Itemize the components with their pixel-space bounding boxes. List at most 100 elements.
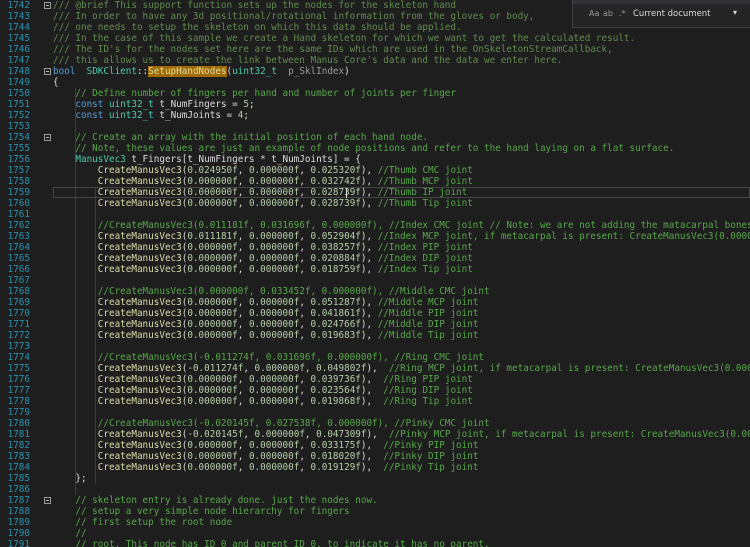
line-number: 1790 <box>7 528 30 539</box>
line-number: 1785 <box>7 473 30 484</box>
code-line[interactable]: CreateManusVec3(0.000000f, 0.000000f, 0.… <box>53 176 473 187</box>
code-editor[interactable]: 1742 1743 1744 1745 1746 1747 1748 1749 1750 1751… <box>0 0 750 547</box>
line-number: 1772 <box>7 330 30 341</box>
code-line[interactable]: // Create an array with the initial posi… <box>53 132 428 143</box>
code-line[interactable]: // Note, these values are just an exampl… <box>53 143 674 154</box>
code-token: , <box>299 264 311 275</box>
code-token: , <box>237 176 249 187</box>
line-number: 1782 <box>7 440 30 451</box>
code-token: CreateManusVec3 <box>97 363 182 374</box>
code-token: CreateManusVec3 <box>97 319 182 330</box>
code-line[interactable]: CreateManusVec3(0.000000f, 0.000000f, 0.… <box>53 264 473 275</box>
code-line[interactable]: /// In order to have any 3d positional/r… <box>53 11 534 22</box>
code-token: 0.000000f <box>187 308 238 319</box>
code-line[interactable]: CreateManusVec3(-0.011274f, 0.000000f, 0… <box>53 363 750 374</box>
code-token: //Pinky PIP joint <box>383 440 479 451</box>
text-caret <box>346 188 347 198</box>
code-line[interactable]: { <box>53 77 59 88</box>
code-line[interactable]: // Define number of fingers per hand and… <box>53 88 456 99</box>
code-line[interactable]: /// The ID's for the nodes set here are … <box>53 44 613 55</box>
whole-word-icon[interactable]: ab <box>603 9 613 18</box>
code-line[interactable]: CreateManusVec3(0.000000f, 0.000000f, 0.… <box>53 242 473 253</box>
code-line[interactable]: bool SDKClient::SetupHandNodes(uint32_t … <box>53 66 350 77</box>
code-line[interactable]: // setup a very simple node hierarchy fo… <box>53 506 350 517</box>
code-token: 0.039736f <box>310 374 361 385</box>
code-token: /// In order to have any 3d positional/r… <box>53 11 535 22</box>
code-token: , <box>299 385 311 396</box>
line-number: 1788 <box>7 506 30 517</box>
code-line[interactable]: /// In the case of this sample we create… <box>53 33 635 44</box>
code-token: ), <box>360 451 384 462</box>
find-input-strip[interactable] <box>573 0 750 4</box>
code-token: //Pinky MCP joint, if metacarpal is pres… <box>388 429 750 440</box>
code-line[interactable]: /// one needs to setup the skeleton on w… <box>53 22 462 33</box>
code-token: , <box>237 231 249 242</box>
collapse-region-icon[interactable] <box>44 497 51 504</box>
code-line[interactable]: //CreateManusVec3(-0.011274f, 0.031696f,… <box>53 352 484 363</box>
code-line[interactable]: CreateManusVec3(0.000000f, 0.000000f, 0.… <box>53 396 473 407</box>
code-token: 0.018759f <box>310 264 361 275</box>
code-line[interactable]: CreateManusVec3(0.000000f, 0.000000f, 0.… <box>53 385 473 396</box>
collapse-region-icon[interactable] <box>44 68 51 75</box>
code-token: , <box>299 462 311 473</box>
code-line[interactable]: //CreateManusVec3(0.011181f, 0.031696f, … <box>53 220 750 231</box>
code-token: //Pinky DIP joint <box>383 451 479 462</box>
code-token: , <box>237 308 249 319</box>
code-line[interactable]: const uint32_t t_NumFingers = 5; <box>53 99 254 110</box>
code-token: 0.000000f <box>248 462 300 473</box>
code-token: 0.028739f <box>310 198 361 209</box>
code-token: CreateManusVec3 <box>97 385 182 396</box>
code-line[interactable]: // skeleton entry is already done. just … <box>53 495 377 506</box>
code-token: CreateManusVec3 <box>97 462 182 473</box>
code-token: CreateManusVec3 <box>97 253 182 264</box>
code-line[interactable]: CreateManusVec3(0.011181f, 0.000000f, 0.… <box>53 231 750 242</box>
regex-icon[interactable]: .* <box>619 9 626 18</box>
code-line[interactable]: }; <box>53 473 86 484</box>
code-line[interactable]: CreateManusVec3(0.000000f, 0.000000f, 0.… <box>53 462 479 473</box>
code-line[interactable]: CreateManusVec3(0.000000f, 0.000000f, 0.… <box>53 308 479 319</box>
code-line[interactable]: CreateManusVec3(-0.020145f, 0.000000f, 0… <box>53 429 750 440</box>
code-token: 0.041861f <box>310 308 361 319</box>
code-line[interactable]: CreateManusVec3(0.000000f, 0.000000f, 0.… <box>53 440 479 451</box>
code-line[interactable]: //CreateManusVec3(-0.020145f, 0.027538f,… <box>53 418 490 429</box>
code-token: :: <box>136 66 149 77</box>
code-line[interactable]: ManusVec3 t_Fingers[t_NumFingers * t_Num… <box>53 154 360 165</box>
code-line[interactable]: /// this allows us to create the link be… <box>53 55 562 66</box>
code-line[interactable]: CreateManusVec3(0.000000f, 0.000000f, 0.… <box>53 330 479 341</box>
code-token: 0.000000f <box>254 363 305 374</box>
code-token: 0.000000f <box>248 308 300 319</box>
code-line[interactable]: /// @brief This support function sets up… <box>53 0 456 11</box>
code-line[interactable]: CreateManusVec3(0.000000f, 0.000000f, 0.… <box>53 374 473 385</box>
collapse-region-icon[interactable] <box>44 2 51 9</box>
chevron-down-icon[interactable]: ▾ <box>733 8 737 17</box>
line-number: 1784 <box>7 462 30 473</box>
code-line[interactable]: // root, This node has ID 0 and parent I… <box>53 539 489 547</box>
code-line[interactable]: // first setup the root node <box>53 517 232 528</box>
code-line[interactable]: //CreateManusVec3(0.000000f, 0.033452f, … <box>53 286 490 297</box>
code-token: , <box>299 330 311 341</box>
code-line[interactable]: CreateManusVec3(0.000000f, 0.000000f, 0.… <box>53 253 473 264</box>
code-token: , <box>237 330 249 341</box>
code-line[interactable]: CreateManusVec3(0.000000f, 0.000000f, 0.… <box>53 198 473 209</box>
code-token: //Ring PIP joint <box>383 374 473 385</box>
search-scope-select[interactable]: Current document <box>633 9 711 19</box>
code-token: , <box>237 264 249 275</box>
code-token: ), <box>360 440 384 451</box>
code-line[interactable]: // <box>53 528 86 539</box>
code-line[interactable]: CreateManusVec3(0.000000f, 0.000000f, 0.… <box>53 297 479 308</box>
code-token: 0.033175f <box>310 440 361 451</box>
collapse-region-icon[interactable] <box>44 134 51 141</box>
code-line[interactable]: CreateManusVec3(0.024950f, 0.000000f, 0.… <box>53 165 473 176</box>
code-token: SetupHandNodes <box>148 66 227 77</box>
code-token: // setup a very simple node hierarchy fo… <box>75 506 350 517</box>
code-token: 0.023564f <box>310 385 361 396</box>
match-case-icon[interactable]: Aa <box>589 9 599 18</box>
code-line[interactable]: CreateManusVec3(0.000000f, 0.000000f, 0.… <box>53 319 479 330</box>
code-line[interactable]: const uint32_t t_NumJoints = 4; <box>53 110 249 121</box>
code-token: ManusVec3 <box>75 154 126 165</box>
code-line[interactable]: CreateManusVec3(0.000000f, 0.000000f, 0.… <box>53 451 479 462</box>
